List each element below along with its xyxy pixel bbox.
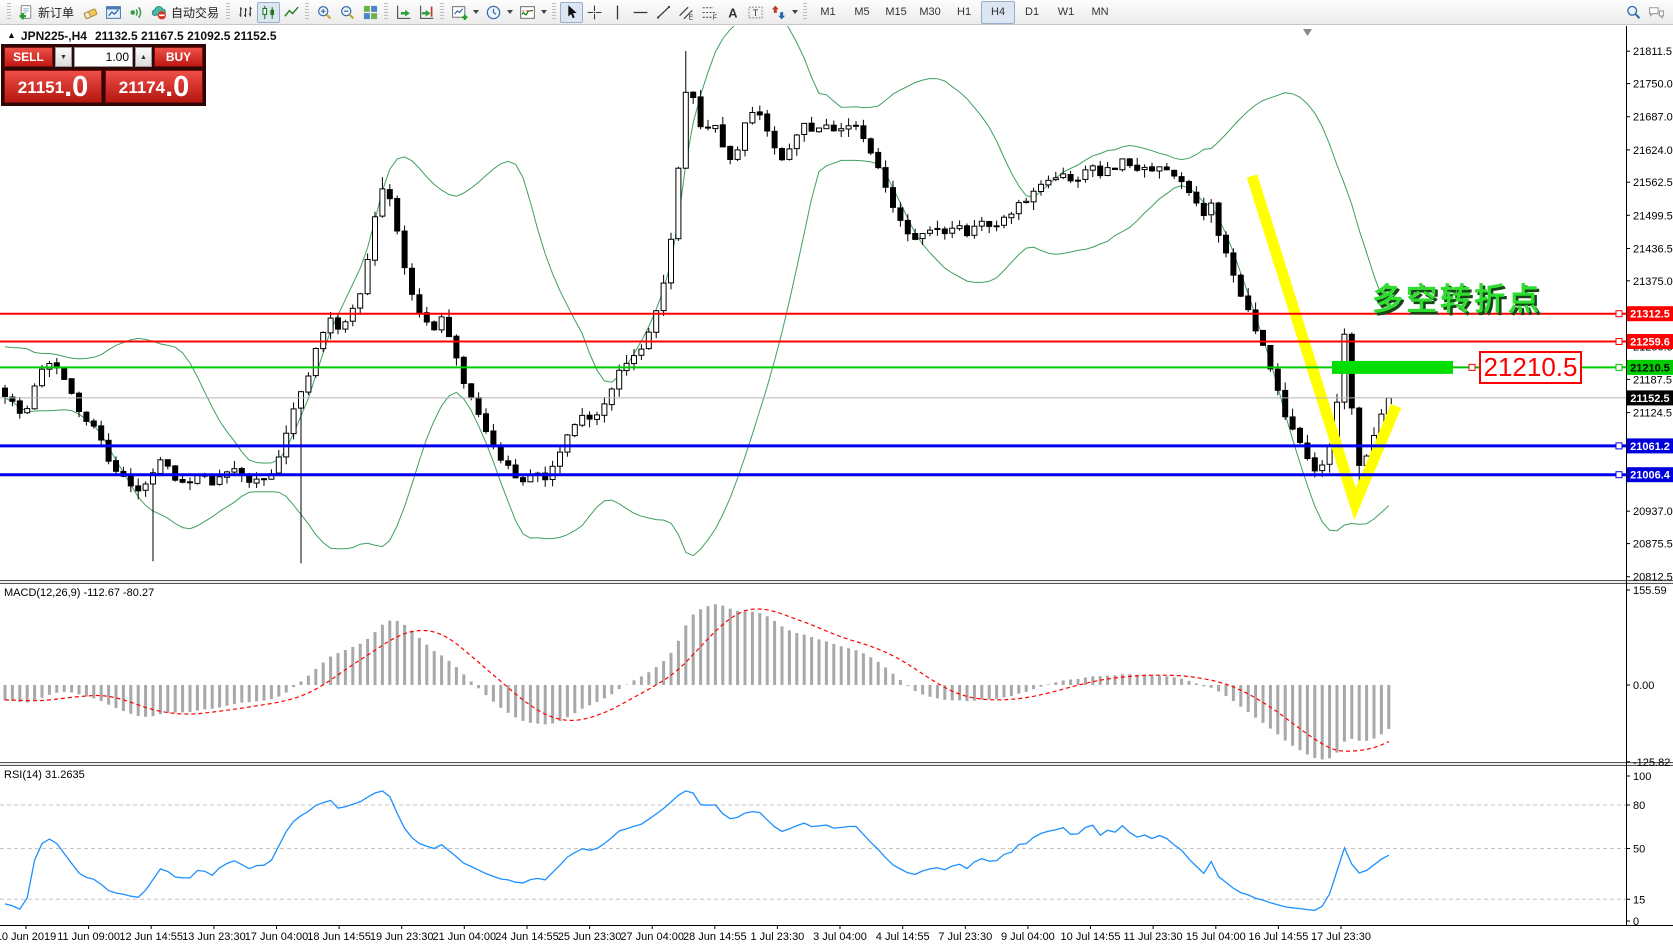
y-tick-label: 21750.0 [1633,79,1673,91]
x-tick-label: 10 Jul 14:55 [1061,931,1121,943]
x-tick-label: 28 Jun 14:55 [683,931,747,943]
macd-label: MACD(12,26,9) -112.67 -80.27 [4,587,154,599]
line-handle[interactable] [1616,364,1622,370]
time-axis[interactable]: 10 Jun 201911 Jun 09:0012 Jun 14:5513 Ju… [0,925,1371,943]
y-tick-label: 21811.5 [1633,46,1672,58]
x-tick-label: 11 Jun 09:00 [57,931,120,943]
x-tick-label: 18 Jun 14:55 [307,931,371,943]
sell-button[interactable]: SELL [4,47,53,67]
y-tick-label: 21499.5 [1633,210,1673,222]
yellow-trend-polyline[interactable] [1252,176,1396,504]
chart-title: ▲ JPN225-,H4 21132.5 21167.5 21092.5 21152… [7,29,277,43]
rsi-tick-label: 50 [1633,844,1645,856]
buy-price-display[interactable]: 21174.0 [105,70,203,103]
x-tick-label: 4 Jul 14:55 [876,931,930,943]
chart-ohlc-values: 21132.5 21167.5 21092.5 21152.5 [95,29,277,43]
label-anchor-handle[interactable] [1469,364,1475,370]
x-tick-label: 3 Jul 04:00 [813,931,867,943]
price-badge-label: 21312.5 [1630,309,1670,321]
y-tick-label: 21187.5 [1633,374,1672,386]
sell-price-display[interactable]: 21151.0 [4,70,102,103]
chart-symbol-period: JPN225-,H4 [21,29,87,43]
price-label-box[interactable]: 21210.5 [1480,352,1581,383]
sell-price-frac: .0 [64,73,88,102]
x-tick-label: 1 Jul 23:30 [750,931,804,943]
x-tick-label: 27 Jun 04:00 [620,931,684,943]
macd-panel[interactable] [5,604,1389,759]
buy-button[interactable]: BUY [154,47,203,67]
candlestick-series [3,51,1392,563]
x-tick-label: 13 Jun 23:30 [182,931,246,943]
rsi-panel[interactable] [0,791,1626,910]
rsi-line [5,791,1389,910]
x-tick-label: 16 Jul 14:55 [1248,931,1308,943]
x-tick-label: 12 Jun 14:55 [119,931,183,943]
rsi-label: RSI(14) 31.2635 [4,769,85,781]
volume-increase-button[interactable]: ▲ [135,47,152,67]
x-tick-label: 11 Jul 23:30 [1124,931,1183,943]
x-tick-label: 9 Jul 04:00 [1001,931,1055,943]
y-tick-label: 20875.5 [1633,539,1673,551]
x-tick-label: 17 Jul 23:30 [1311,931,1371,943]
volume-decrease-button[interactable]: ▼ [55,47,72,67]
x-tick-label: 15 Jul 04:00 [1186,931,1246,943]
y-tick-label: 21624.0 [1633,145,1673,157]
annotation-text[interactable]: 多空转折点 [1372,282,1542,317]
y-tick-label: 21436.5 [1633,244,1673,256]
buy-price-main: 21174 [119,74,165,102]
price-badge-label: 21152.5 [1630,393,1669,405]
x-tick-label: 24 Jun 14:55 [495,931,559,943]
chart-canvas[interactable]: 21210.5多空转折点多空转折点MACD(12,26,9) -112.67 -… [0,0,1673,949]
price-badge-label: 21259.6 [1630,337,1670,349]
volume-input[interactable] [74,47,133,67]
line-handle[interactable] [1616,339,1622,345]
y-tick-label: 20812.5 [1633,572,1673,584]
line-handle[interactable] [1616,472,1622,478]
rsi-tick-label: 0 [1633,916,1639,928]
one-click-trading-panel: SELL ▼ ▲ BUY 21151.0 21174.0 [1,44,206,106]
rsi-tick-label: 80 [1633,800,1645,812]
buy-price-frac: .0 [165,73,189,102]
y-tick-label: 20937.0 [1633,506,1673,518]
macd-tick-label: 0.00 [1633,680,1654,692]
rsi-tick-label: 100 [1633,771,1651,783]
macd-tick-label: 155.59 [1633,585,1667,597]
line-handle[interactable] [1616,443,1622,449]
bollinger-upper-band [5,4,1389,463]
scroll-pennant-icon[interactable] [1303,29,1312,36]
x-tick-label: 7 Jul 23:30 [938,931,992,943]
x-tick-label: 21 Jun 04:00 [432,931,496,943]
price-badge-label: 21210.5 [1630,362,1670,374]
green-trend-segment[interactable] [1332,361,1453,374]
x-tick-label: 25 Jun 23:30 [558,931,622,943]
price-label-text: 21210.5 [1484,352,1578,382]
x-tick-label: 10 Jun 2019 [0,931,56,943]
mt4-window: 新订单自动交易EFATM1M5M15M30H1H4D1W1MN 21210.5多… [0,0,1673,949]
symbol-marker-icon[interactable]: ▲ [7,30,16,40]
rsi-tick-label: 15 [1633,894,1645,906]
sell-price-main: 21151 [18,74,64,102]
x-tick-label: 19 Jun 23:30 [370,931,434,943]
y-tick-label: 21124.5 [1633,408,1672,420]
macd-tick-label: -125.82 [1633,757,1670,769]
bollinger-lower-band [5,160,1389,555]
price-badge-label: 21006.4 [1630,470,1671,482]
y-tick-label: 21687.0 [1633,112,1673,124]
x-tick-label: 17 Jun 04:00 [245,931,309,943]
y-tick-label: 21562.5 [1633,177,1673,189]
y-tick-label: 21375.0 [1633,276,1673,288]
line-handle[interactable] [1616,311,1622,317]
price-badge-label: 21061.2 [1630,441,1670,453]
